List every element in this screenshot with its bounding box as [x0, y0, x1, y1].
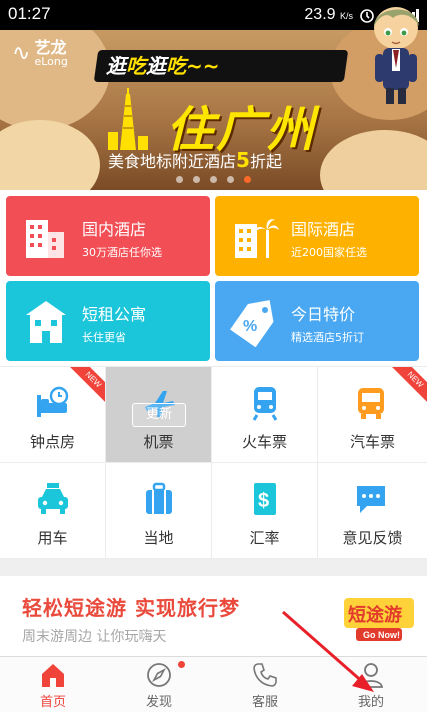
palm-hotel-icon	[235, 219, 279, 258]
tile-title: 今日特价	[291, 305, 356, 324]
short-trip-badge: 短途游 Go Now!	[344, 598, 414, 641]
tile-subtitle: 长住更省	[82, 331, 126, 344]
tab-label: 客服	[251, 695, 278, 710]
app-screen: 01:27 23.9 K/s ∿ 艺龙 eLong 逛吃逛吃~~ 住广州 美食地…	[0, 0, 427, 712]
logo-sub: eLong	[34, 55, 68, 68]
canton-tower-icon	[108, 88, 148, 150]
hourly-room-icon	[37, 386, 69, 417]
tile-subtitle: 30万酒店任你选	[82, 246, 162, 259]
carousel-dot[interactable]	[193, 176, 200, 183]
badge-sub: Go Now!	[363, 630, 400, 640]
tile-title: 短租公寓	[82, 305, 147, 324]
new-badge: NEW	[65, 367, 105, 408]
promo-subtitle: 周末游周边 让你玩嗨天	[22, 629, 167, 645]
user-icon	[358, 663, 384, 688]
grid-item-label: 当地	[143, 529, 174, 547]
status-time: 01:27	[8, 4, 51, 23]
carousel-dot[interactable]	[210, 176, 217, 183]
headline-c: 逛	[146, 54, 166, 78]
grid-item-hourly-room[interactable]: 钟点房 NEW	[0, 367, 106, 463]
tile-subtitle: 精选酒店5折订	[291, 331, 364, 344]
tile-daily-deal[interactable]: % 今日特价 精选酒店5折订	[215, 281, 419, 361]
grid-item-local[interactable]: 当地	[106, 463, 212, 559]
new-badge: NEW	[387, 367, 427, 408]
grid-item-car[interactable]: 用车	[0, 463, 106, 559]
tile-domestic-hotel[interactable]: 国内酒店 30万酒店任你选	[6, 196, 210, 276]
network-speed-unit: K/s	[339, 11, 353, 21]
tagline-post: 折起	[249, 152, 282, 171]
discount-tag-icon: %	[230, 300, 274, 347]
grid-item-label: 意见反馈	[342, 529, 403, 547]
tab-home[interactable]: 首页	[0, 657, 106, 712]
grid-item-label: 机票	[143, 433, 174, 451]
tab-label: 发现	[145, 695, 172, 710]
tab-label: 首页	[39, 695, 66, 710]
suitcase-icon	[146, 482, 172, 514]
tab-discover[interactable]: 发现	[106, 657, 212, 712]
tile-international-hotel[interactable]: 国际酒店 近200国家任选	[215, 196, 419, 276]
badge-text: 短途游	[348, 604, 402, 626]
network-speed: 23.9 K/s	[304, 6, 353, 24]
tile-subtitle: 近200国家任选	[291, 246, 367, 259]
category-tiles: 国内酒店 30万酒店任你选 国际酒店 近200国家任选 短租公寓 长住更省 % …	[0, 190, 427, 366]
home-icon	[42, 664, 64, 687]
grid-item-train[interactable]: 火车票	[212, 367, 318, 463]
carousel-dot[interactable]	[176, 176, 183, 183]
short-trip-promo[interactable]: 轻松短途游 实现旅行梦 周末游周边 让你玩嗨天 短途游 Go Now!	[0, 576, 427, 656]
grid-item-label: 汇率	[249, 529, 280, 547]
svg-text:%: %	[243, 318, 257, 335]
tab-customer-service[interactable]: 客服	[212, 657, 318, 712]
service-grid: 钟点房 NEW 更新 机票 火车票 汽车票 NEW 用车 当地 $ 汇率 意见反…	[0, 366, 427, 559]
tagline-pre: 美食地标附近酒店	[108, 152, 237, 171]
headline-a: 逛	[106, 54, 126, 78]
phone-icon	[253, 663, 277, 687]
compass-icon	[147, 663, 171, 687]
grid-item-feedback[interactable]: 意见反馈	[318, 463, 427, 559]
grid-item-bus[interactable]: 汽车票 NEW	[318, 367, 427, 463]
tagline-num: 5	[236, 148, 250, 172]
status-bar: 01:27 23.9 K/s	[0, 0, 427, 30]
bus-icon	[358, 388, 384, 419]
hotel-building-icon	[26, 220, 64, 258]
grid-item-exchange-rate[interactable]: $ 汇率	[212, 463, 318, 559]
update-button[interactable]: 更新	[132, 403, 186, 427]
promo-banner[interactable]: ∿ 艺龙 eLong 逛吃逛吃~~ 住广州 美食地标附近酒店5折起	[0, 30, 427, 190]
grid-item-label: 汽车票	[349, 433, 395, 451]
network-speed-value: 23.9	[304, 6, 336, 23]
elong-logo: ∿ 艺龙 eLong	[12, 38, 68, 68]
apartment-icon	[26, 301, 66, 343]
bottom-tab-bar: 首页 发现 客服 我的	[0, 656, 427, 712]
tile-short-rental[interactable]: 短租公寓 长住更省	[6, 281, 210, 361]
banner-headline: 逛吃逛吃~~	[93, 50, 349, 82]
svg-text:$: $	[258, 490, 269, 512]
tile-title: 国内酒店	[82, 220, 147, 239]
feedback-chat-icon	[357, 486, 385, 513]
taxi-icon	[38, 483, 68, 514]
train-icon	[252, 387, 278, 421]
headline-b: 吃	[126, 54, 146, 78]
grid-item-label: 钟点房	[29, 433, 75, 451]
tile-title: 国际酒店	[291, 220, 356, 239]
carousel-dots	[0, 176, 427, 183]
tab-label: 我的	[357, 695, 384, 710]
grid-item-flights[interactable]: 更新 机票	[106, 367, 212, 463]
promo-title: 轻松短途游 实现旅行梦	[22, 596, 240, 620]
carousel-dot-active[interactable]	[244, 176, 251, 183]
currency-icon: $	[254, 483, 276, 515]
grid-item-label: 用车	[37, 529, 68, 547]
carousel-dot[interactable]	[227, 176, 234, 183]
headline-d: 吃~~	[166, 54, 220, 78]
logo-name: 艺龙	[34, 38, 67, 57]
elong-logo-icon: ∿	[12, 41, 31, 66]
banner-tagline: 美食地标附近酒店5折起	[108, 148, 282, 172]
grid-item-label: 火车票	[241, 433, 287, 451]
mascot-sticker[interactable]	[369, 2, 423, 106]
notification-dot	[178, 661, 185, 668]
tab-mine[interactable]: 我的	[318, 657, 424, 712]
